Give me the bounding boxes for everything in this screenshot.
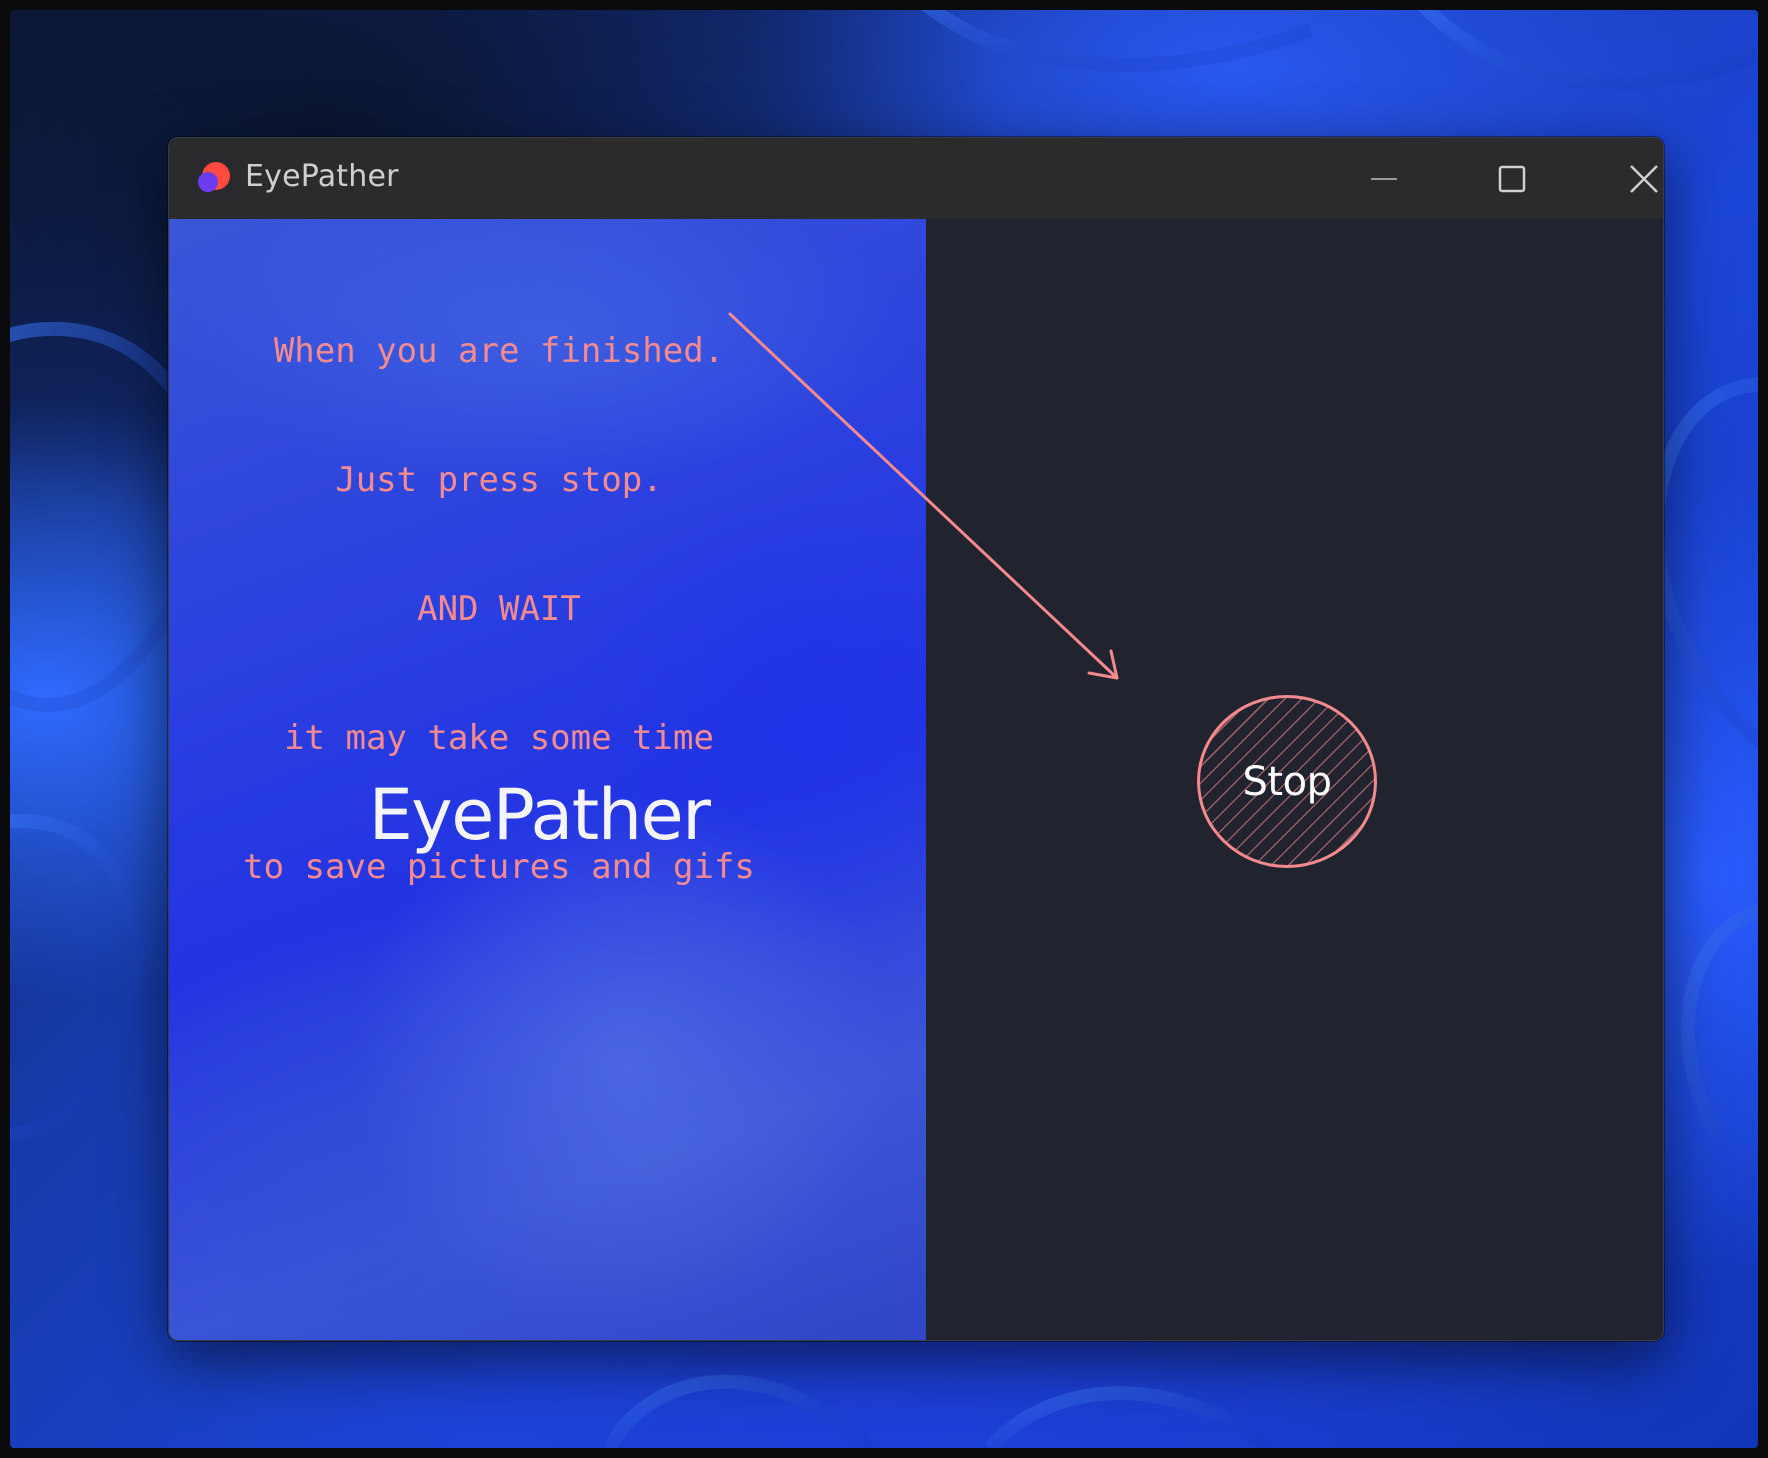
app-logo-icon (191, 155, 235, 199)
stop-button-label: Stop (1242, 758, 1332, 805)
stop-button[interactable]: Stop (1197, 695, 1377, 868)
close-icon (1630, 164, 1658, 193)
brand-title: EyePather (368, 774, 711, 856)
window-titlebar[interactable]: EyePather (169, 138, 1663, 219)
app-window: EyePather When you are finished. Just pr… (168, 137, 1664, 1341)
instruction-line: it may take some time (284, 718, 714, 758)
instruction-line: AND WAIT (417, 589, 581, 629)
minimize-icon (1371, 177, 1397, 180)
close-button[interactable] (1584, 138, 1663, 219)
window-title: EyePather (245, 159, 399, 194)
instruction-line: Just press stop. (335, 460, 663, 500)
maximize-button[interactable] (1452, 138, 1572, 219)
brand-panel: When you are finished. Just press stop. … (169, 219, 926, 1340)
instruction-line: When you are finished. (273, 331, 725, 371)
minimize-button[interactable] (1324, 138, 1444, 219)
instructions-text: When you are finished. Just press stop. … (169, 244, 829, 975)
maximize-icon (1498, 165, 1526, 192)
